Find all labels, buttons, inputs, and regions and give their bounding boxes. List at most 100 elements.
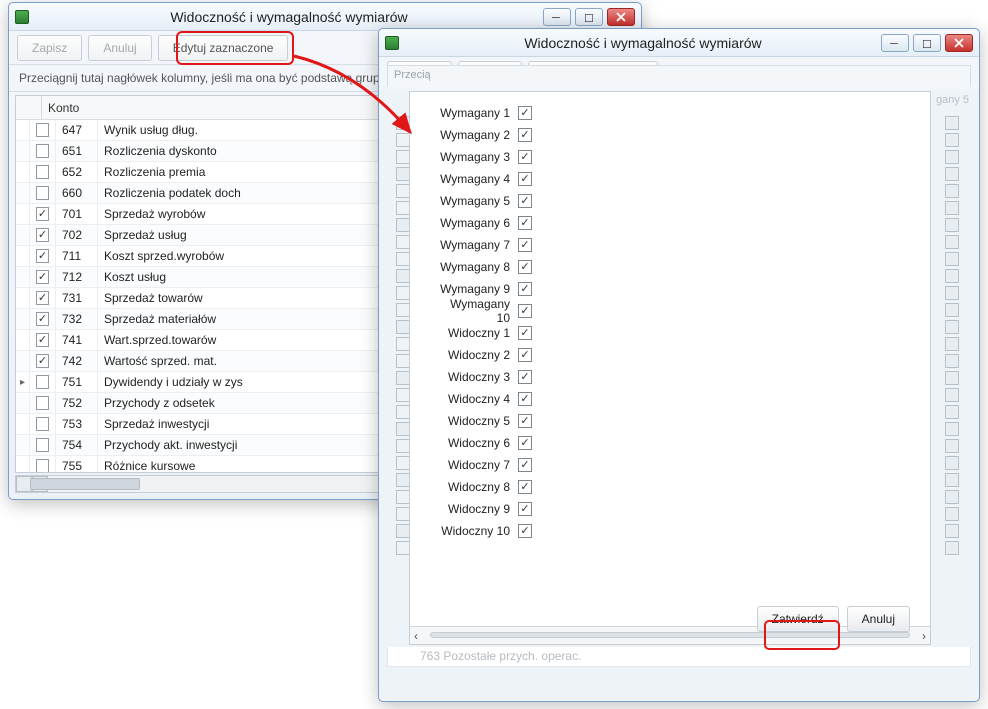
option-checkbox[interactable]	[518, 392, 532, 406]
edit-selected-button[interactable]: Edytuj zaznaczone	[158, 35, 289, 61]
save-button[interactable]: Zapisz	[17, 35, 82, 61]
row-checkbox-cell[interactable]	[30, 435, 56, 455]
checkbox-icon[interactable]	[36, 291, 49, 305]
option-checkbox[interactable]	[518, 194, 532, 208]
checkbox-icon[interactable]	[36, 459, 49, 473]
checkbox-icon[interactable]	[36, 249, 49, 263]
option-checkbox[interactable]	[518, 348, 532, 362]
scrollbar-thumb[interactable]	[30, 478, 140, 490]
option-checkbox[interactable]	[518, 106, 532, 120]
option-label: Wymagany 9	[438, 282, 518, 296]
ghost-checkbox	[945, 201, 959, 215]
option-checkbox[interactable]	[518, 458, 532, 472]
ghost-checkbox	[945, 405, 959, 419]
ghost-checkbox	[396, 184, 410, 198]
row-checkbox-cell[interactable]	[30, 162, 56, 182]
option-checkbox[interactable]	[518, 150, 532, 164]
checkbox-icon[interactable]	[36, 417, 49, 431]
checkbox-icon[interactable]	[36, 375, 49, 389]
option-checkbox[interactable]	[518, 436, 532, 450]
option-checkbox[interactable]	[518, 238, 532, 252]
row-checkbox-cell[interactable]	[30, 330, 56, 350]
titlebar-front[interactable]: Widoczność i wymagalność wymiarów ─ ☐	[379, 29, 979, 57]
ghost-checkbox	[396, 388, 410, 402]
row-checkbox-cell[interactable]	[30, 204, 56, 224]
checkbox-icon[interactable]	[36, 144, 49, 158]
option-label: Widoczny 10	[438, 524, 518, 538]
option-checkbox[interactable]	[518, 480, 532, 494]
ghost-checkbox	[396, 541, 410, 555]
option-checkbox[interactable]	[518, 304, 532, 318]
row-checkbox-cell[interactable]	[30, 456, 56, 473]
cancel-button[interactable]: Anuluj	[88, 35, 151, 61]
ghost-row-bottom: 763 Pozostałe przych. operac.	[387, 647, 971, 667]
ghost-checkbox	[945, 218, 959, 232]
option-checkbox[interactable]	[518, 282, 532, 296]
minimize-button[interactable]: ─	[543, 8, 571, 26]
option-checkbox[interactable]	[518, 326, 532, 340]
row-code: 741	[56, 330, 98, 350]
option-checkbox[interactable]	[518, 524, 532, 538]
ghost-checkbox	[396, 405, 410, 419]
checkbox-icon[interactable]	[36, 354, 49, 368]
row-checkbox-cell[interactable]	[30, 120, 56, 140]
row-checkbox-cell[interactable]	[30, 393, 56, 413]
row-checkbox-cell[interactable]	[30, 141, 56, 161]
ghost-column-right: gany 5	[933, 91, 971, 657]
maximize-button[interactable]: ☐	[913, 34, 941, 52]
window-title-front: Widoczność i wymagalność wymiarów	[405, 35, 881, 51]
checkbox-icon[interactable]	[36, 333, 49, 347]
minimize-button[interactable]: ─	[881, 34, 909, 52]
confirm-button[interactable]: Zatwierdź	[757, 606, 839, 632]
ghost-checkbox	[396, 133, 410, 147]
checkbox-icon[interactable]	[36, 396, 49, 410]
option-checkbox[interactable]	[518, 370, 532, 384]
row-indicator	[16, 162, 30, 182]
option-checkbox[interactable]	[518, 414, 532, 428]
ghost-checkbox	[396, 524, 410, 538]
cancel-button-dialog[interactable]: Anuluj	[847, 606, 910, 632]
option-checkbox[interactable]	[518, 172, 532, 186]
checkbox-icon[interactable]	[36, 228, 49, 242]
option-checkbox[interactable]	[518, 502, 532, 516]
checkbox-icon[interactable]	[36, 165, 49, 179]
ghost-checkbox	[945, 422, 959, 436]
checkbox-icon[interactable]	[36, 186, 49, 200]
row-checkbox-cell[interactable]	[30, 183, 56, 203]
checkbox-icon[interactable]	[36, 270, 49, 284]
ghost-checkbox	[945, 303, 959, 317]
ghost-checkbox	[396, 150, 410, 164]
maximize-button[interactable]: ☐	[575, 8, 603, 26]
checkbox-icon[interactable]	[36, 207, 49, 221]
option-row: Widoczny 4	[438, 388, 902, 410]
option-label: Widoczny 8	[438, 480, 518, 494]
row-checkbox-cell[interactable]	[30, 225, 56, 245]
checkbox-icon[interactable]	[36, 312, 49, 326]
row-checkbox-cell[interactable]	[30, 309, 56, 329]
titlebar-back[interactable]: Widoczność i wymagalność wymiarów ─ ☐	[9, 3, 641, 31]
checkbox-icon[interactable]	[36, 438, 49, 452]
row-checkbox-cell[interactable]	[30, 246, 56, 266]
option-checkbox[interactable]	[518, 128, 532, 142]
option-row: Widoczny 1	[438, 322, 902, 344]
row-checkbox-cell[interactable]	[30, 351, 56, 371]
row-checkbox-cell[interactable]	[30, 372, 56, 392]
ghost-checkbox	[396, 507, 410, 521]
scroll-track[interactable]	[430, 632, 910, 638]
row-checkbox-cell[interactable]	[30, 267, 56, 287]
row-checkbox-cell[interactable]	[30, 288, 56, 308]
row-code: 712	[56, 267, 98, 287]
option-label: Wymagany 2	[438, 128, 518, 142]
row-indicator	[16, 120, 30, 140]
option-checkbox[interactable]	[518, 216, 532, 230]
close-button[interactable]	[945, 34, 973, 52]
option-checkbox[interactable]	[518, 260, 532, 274]
ghost-checkbox	[396, 201, 410, 215]
col-checkbox[interactable]	[16, 96, 42, 119]
ghost-checkbox	[396, 354, 410, 368]
row-indicator: ▸	[16, 372, 30, 392]
close-button[interactable]	[607, 8, 635, 26]
checkbox-icon[interactable]	[36, 123, 49, 137]
row-checkbox-cell[interactable]	[30, 414, 56, 434]
row-code: 754	[56, 435, 98, 455]
